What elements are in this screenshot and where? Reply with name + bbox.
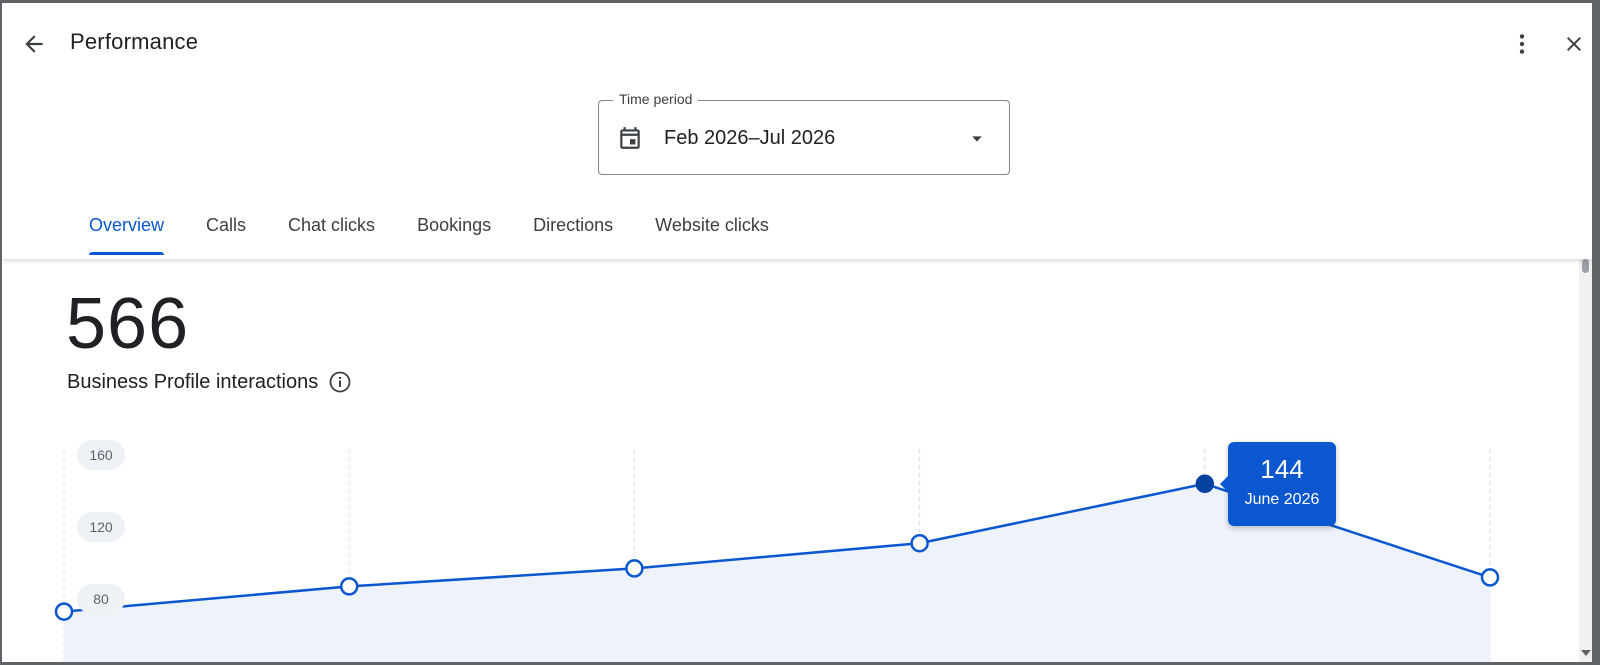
scroll-down-arrow[interactable]: [1581, 650, 1591, 656]
tooltip-value: 144: [1260, 454, 1304, 484]
chart-tooltip: 144 June 2026: [1220, 442, 1336, 526]
y-tick-label: 160: [89, 447, 113, 463]
metric-label-text: Business Profile interactions: [67, 370, 319, 393]
more-options-button[interactable]: [1502, 24, 1542, 64]
dropdown-arrow-icon: [969, 131, 985, 152]
close-icon: [1567, 37, 1581, 51]
more-vert-icon: [1519, 34, 1525, 54]
time-period-select[interactable]: Time period Feb 2026–Jul 2026: [598, 91, 1010, 175]
info-icon[interactable]: [328, 370, 352, 394]
time-period-label: Time period: [613, 91, 699, 107]
back-button[interactable]: [14, 24, 54, 64]
data-point: [54, 602, 74, 621]
calendar-icon: [617, 125, 643, 156]
scrollbar[interactable]: [1579, 259, 1592, 662]
y-tick-label: 120: [89, 519, 113, 535]
dialog-header: Performance Time period Feb 2026–Jul 202…: [2, 3, 1592, 259]
data-point: [1195, 474, 1215, 494]
tab-website-clicks[interactable]: Website clicks: [634, 199, 790, 259]
tab-chat-clicks[interactable]: Chat clicks: [267, 199, 396, 259]
time-period-value: Feb 2026–Jul 2026: [664, 127, 836, 149]
tab-calls[interactable]: Calls: [185, 199, 267, 259]
performance-dialog: Performance Time period Feb 2026–Jul 202…: [2, 3, 1592, 662]
arrow-back-icon: [25, 35, 43, 53]
tab-bookings[interactable]: Bookings: [396, 199, 512, 259]
tab-directions[interactable]: Directions: [512, 199, 634, 259]
tooltip-date: June 2026: [1244, 491, 1320, 508]
close-button[interactable]: [1554, 24, 1592, 64]
overview-content: 160 120 80 566 Business Profile interactio…: [2, 259, 1592, 662]
total-interactions: 566: [66, 284, 190, 364]
metric-tabs: Overview Calls Chat clicks Bookings Dire…: [68, 199, 790, 259]
data-point: [1480, 568, 1500, 587]
metric-label: Business Profile interactions: [67, 370, 352, 394]
y-tick-label: 80: [93, 591, 109, 607]
scrollbar-thumb[interactable]: [1582, 259, 1589, 273]
data-point: [625, 559, 644, 578]
interactions-chart: 160 120 80: [54, 440, 1500, 662]
tab-overview[interactable]: Overview: [68, 199, 185, 259]
data-point: [910, 533, 929, 553]
data-point: [339, 577, 359, 596]
page-title: Performance: [70, 29, 199, 54]
